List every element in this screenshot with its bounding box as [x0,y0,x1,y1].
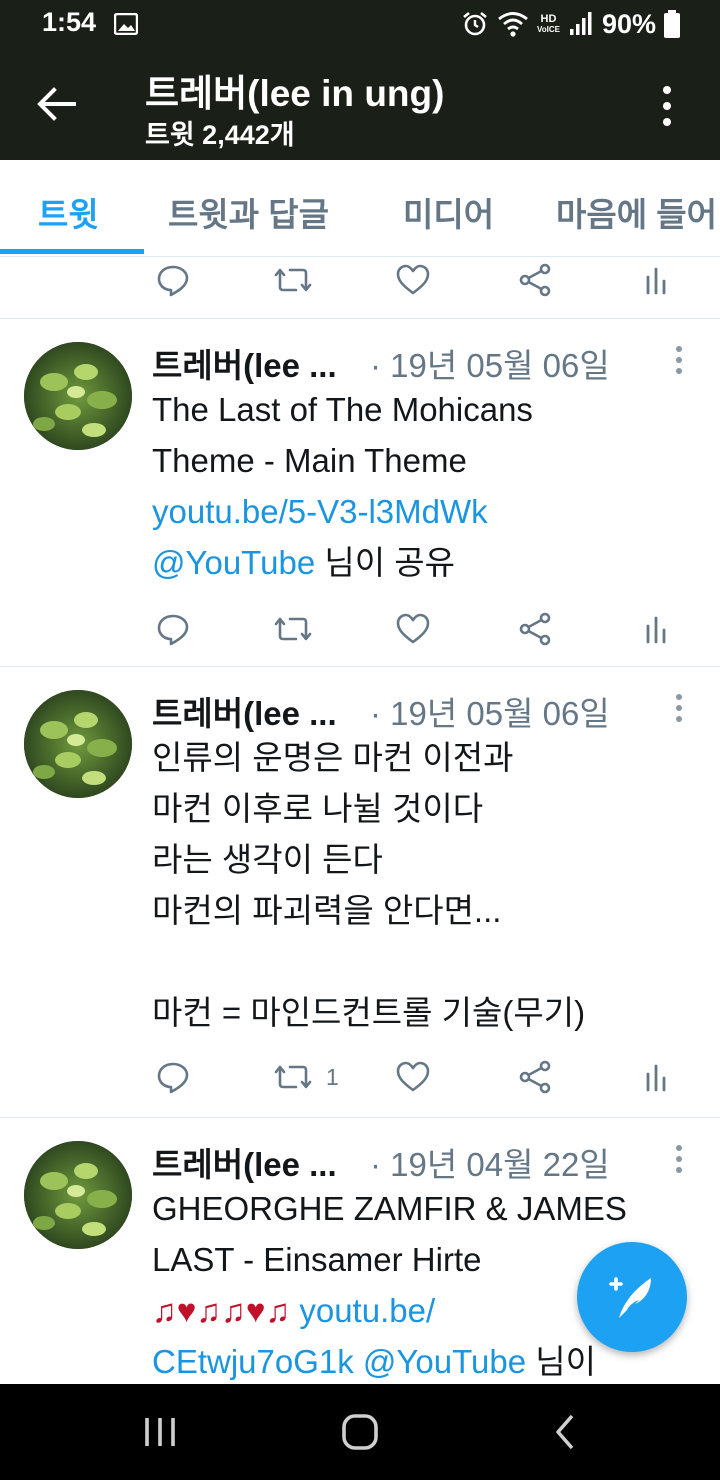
tweet-link[interactable]: youtu.be/5-V3-l3MdWk [152,493,488,530]
retweet-icon [274,617,312,641]
analytics-button[interactable] [644,607,668,651]
tweet-author-name[interactable]: 트레버(lee ... [152,1138,337,1186]
back-nav-icon[interactable] [546,1412,586,1452]
tweet-menu-icon[interactable] [672,693,686,723]
back-arrow-icon[interactable] [34,84,78,124]
tab-media[interactable]: 미디어 [403,188,494,236]
alarm-icon [463,11,487,36]
tweet[interactable]: 트레버(lee ... · 19년 05월 06일 The Last of Th… [0,319,720,666]
tab-likes[interactable]: 마음에 들어 [556,188,717,236]
analytics-button[interactable] [644,258,668,302]
mention-link[interactable]: @YouTube [152,544,315,581]
active-tab-indicator [0,249,144,254]
share-icon [519,263,551,297]
like-button[interactable] [396,258,444,302]
tweet-link[interactable]: CEtwju7oG1k @YouTube [152,1343,526,1380]
share-button[interactable] [518,607,552,651]
tweet-actions: 1 [0,1055,720,1105]
like-button[interactable] [396,607,444,651]
more-options-icon[interactable] [656,84,678,128]
tweet-menu-icon[interactable] [672,1144,686,1174]
heart-icon [396,264,430,295]
share-icon [519,1060,551,1094]
status-bar: 1:54 HD VoICE 90% [0,0,720,48]
retweet-icon [274,268,312,292]
tweet-text: The Last of The Mohicans Theme - Main Th… [152,391,533,581]
retweet-icon [274,1065,312,1089]
tab-tweets-and-replies[interactable]: 트윗과 답글 [168,188,329,236]
compose-tweet-button[interactable] [577,1242,687,1352]
music-heart-emoji: ♫♥♫♫♥♫ [152,1292,291,1329]
system-nav-bar [0,1384,720,1480]
tweet-text: 인류의 운명은 마컨 이전과 마컨 이후로 나뉠 것이다 라는 생각이 든다 마… [152,739,586,1031]
analytics-icon [646,267,666,295]
profile-tabs: 트윗 트윗과 답글 미디어 마음에 들어 [0,160,720,257]
share-button[interactable] [518,258,552,302]
share-button[interactable] [518,1055,552,1099]
tweet-menu-icon[interactable] [672,345,686,375]
tweet-count: 트윗 2,442개 [145,120,295,150]
recent-apps-icon[interactable] [140,1412,180,1452]
home-icon[interactable] [340,1412,380,1452]
wifi-icon [498,12,528,37]
tweet-date: · 19년 05월 06일 [370,695,610,732]
reply-icon [157,265,189,297]
reply-icon [157,614,189,646]
heart-icon [396,613,430,644]
signal-icon [569,12,592,35]
like-button[interactable] [396,1055,444,1099]
retweet-button[interactable] [274,607,326,651]
reply-button[interactable] [156,607,190,651]
tweet[interactable]: 트레버(lee ... · 19년 05월 06일 인류의 운명은 마컨 이전과… [0,667,720,1117]
tweet-author-name[interactable]: 트레버(lee ... [152,687,337,735]
retweet-button[interactable] [274,258,326,302]
avatar[interactable] [24,1141,132,1249]
heart-icon [396,1061,430,1092]
tab-tweets[interactable]: 트윗 [38,188,99,236]
avatar[interactable] [24,690,132,798]
hd-voice-indicator: HD VoICE [536,13,560,35]
status-icons: HD VoICE 90% [461,7,680,41]
app-bar: 트레버(lee in ung) 트윗 2,442개 [0,48,720,160]
status-time: 1:54 [42,7,97,37]
battery-icon [664,10,680,38]
tweet-actions [0,258,720,308]
tweet-author-name[interactable]: 트레버(lee ... [152,339,337,387]
tweet-date: · 19년 05월 06일 [370,347,610,384]
tweet-link[interactable]: youtu.be/ [290,1292,435,1329]
retweet-count: 1 [326,1063,339,1090]
analytics-icon [646,1064,666,1092]
retweet-button[interactable]: 1 [274,1055,339,1099]
profile-title: 트레버(lee in ung) [145,73,445,114]
tweet-actions [0,607,720,657]
reply-icon [157,1062,189,1094]
analytics-icon [646,616,666,644]
analytics-button[interactable] [644,1055,668,1099]
reply-button[interactable] [156,1055,190,1099]
reply-button[interactable] [156,258,190,302]
tweet-date: · 19년 04월 22일 [370,1146,610,1183]
avatar[interactable] [24,342,132,450]
compose-feather-icon [609,1277,651,1318]
share-icon [519,612,551,646]
battery-percent: 90% [601,8,656,39]
image-icon [114,13,138,35]
